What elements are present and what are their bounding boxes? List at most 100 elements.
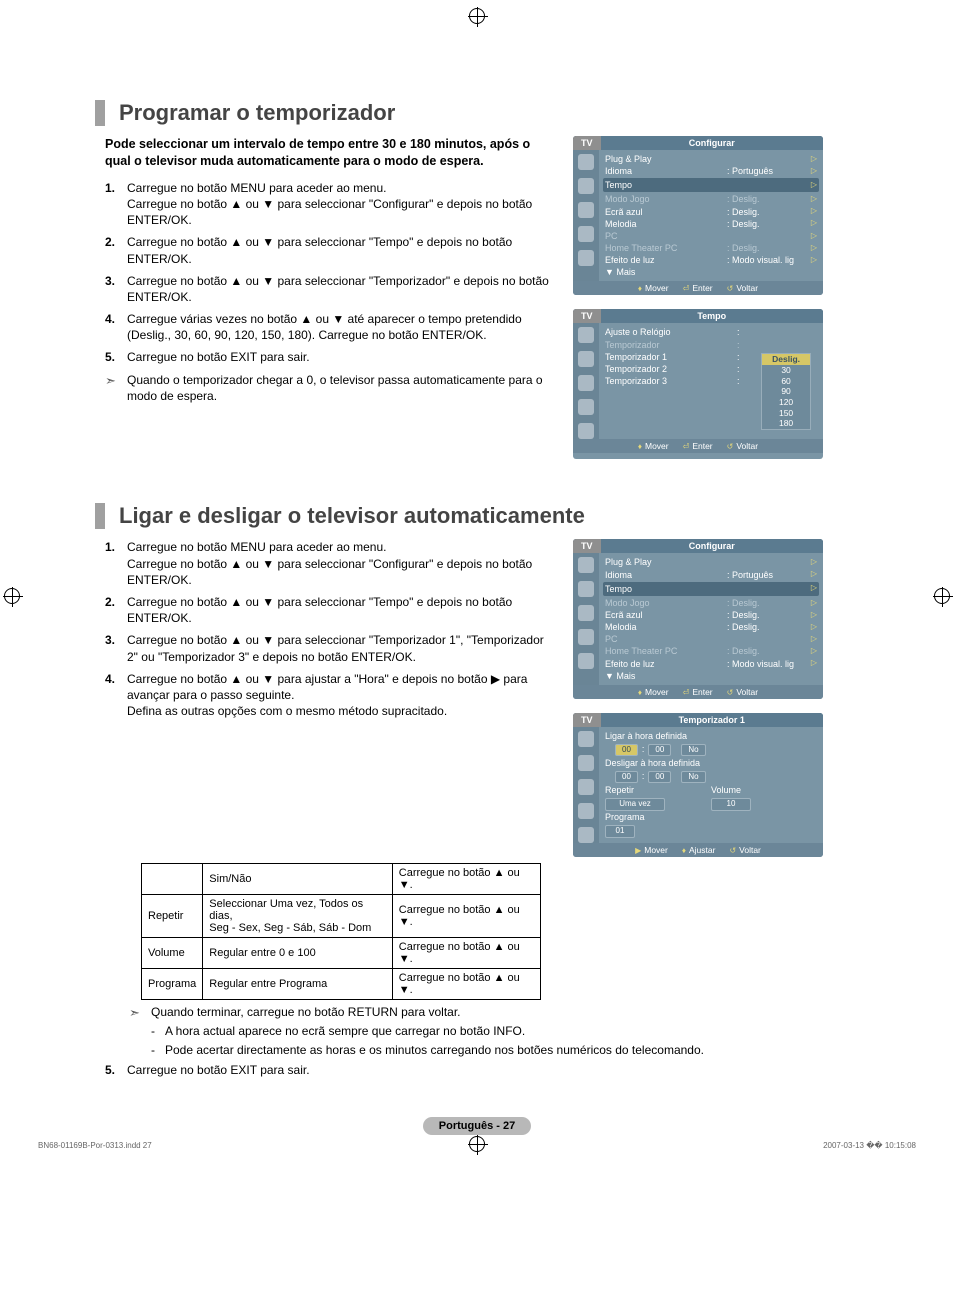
osd-configurar-1: TV Configurar Plug & Play ▷ Idioma: Portu… [573, 136, 823, 295]
section1-note: Quando o temporizador chegar a 0, o tele… [127, 372, 555, 404]
osd-submenu-item: 60 [762, 376, 810, 387]
osd-row-label: Tempo [605, 583, 727, 595]
osd-repeat-val: Uma vez [605, 798, 665, 810]
osd-row-label: Melodia [605, 218, 727, 230]
section2-post-note: Quando terminar, carregue no botão RETUR… [151, 1004, 859, 1022]
post-dash-text: Pode acertar directamente as horas e os … [165, 1042, 704, 1058]
osd-footer-mover: Mover [638, 441, 669, 451]
section1-title: Programar o temporizador [95, 100, 859, 126]
osd-submenu: Deslig. 30 60 90 120 150 180 [761, 353, 811, 429]
osd-arrow-icon: ▷ [807, 194, 817, 205]
page-number: Português - 27 [423, 1117, 531, 1135]
print-footer-right: 2007-03-13 �� 10:15:08 [823, 1141, 916, 1150]
osd-row-label: Ajuste o Relógio [605, 326, 737, 338]
osd-title: Configurar [601, 136, 823, 150]
osd-row-value: : Deslig. [727, 193, 807, 205]
table-cell: Sim/Não [203, 863, 392, 894]
osd-row-value: : Modo visual. lig [727, 658, 807, 670]
table-cell: Carregue no botão ▲ ou ▼. [392, 894, 540, 937]
osd-footer-voltar: Voltar [727, 283, 758, 293]
step-num: 4. [105, 311, 127, 343]
osd-title: Tempo [601, 309, 823, 323]
osd-footer-ajustar: Ajustar [682, 845, 716, 855]
osd-row-value: : Modo visual. lig [727, 254, 807, 266]
osd-row-value: : Português [727, 165, 807, 177]
osd-footer-voltar: Voltar [727, 687, 758, 697]
osd-arrow-icon: ▷ [807, 180, 817, 191]
osd-submenu-item: Deslig. [762, 354, 810, 365]
osd-tempo: TV Tempo Ajuste o Relógio: Temporizador:… [573, 309, 823, 459]
osd-on-label: Ligar à hora definida [605, 730, 817, 744]
options-table: Sim/Não Carregue no botão ▲ ou ▼. Repeti… [141, 863, 541, 1000]
dash-icon: - [151, 1023, 165, 1039]
osd-volume-label: Volume [711, 784, 817, 798]
osd-arrow-icon: ▷ [807, 658, 817, 669]
osd-hh: 00 [615, 771, 638, 783]
osd-row-label: Home Theater PC [605, 645, 727, 657]
osd-row-label: Plug & Play [605, 153, 727, 165]
osd-row-value: : Deslig. [727, 621, 807, 633]
osd-arrow-icon: ▷ [807, 598, 817, 609]
osd-row-value: : Deslig. [727, 645, 807, 657]
osd-arrow-icon: ▷ [807, 569, 817, 580]
osd-footer-mover: Mover [638, 283, 669, 293]
osd-no: No [681, 771, 705, 783]
osd-arrow-icon: ▷ [807, 243, 817, 254]
step-body: Carregue no botão ▲ ou ▼ para selecciona… [127, 594, 555, 626]
osd-off-label: Desligar à hora definida [605, 757, 817, 771]
osd-tab: TV [573, 713, 601, 727]
osd-arrow-icon: ▷ [807, 255, 817, 266]
step-num: 3. [105, 632, 127, 664]
step-num: 2. [105, 594, 127, 626]
osd-row-label: Idioma [605, 165, 727, 177]
step-num: 2. [105, 234, 127, 266]
step-body: Carregue no botão EXIT para sair. [127, 1062, 859, 1078]
print-footer-left: BN68-01169B-Por-0313.indd 27 [38, 1141, 152, 1150]
osd-row-label: Melodia [605, 621, 727, 633]
osd-prog-val: 01 [605, 825, 635, 837]
note-arrow-icon: ➣ [105, 372, 127, 404]
osd-row-label: Ecrã azul [605, 206, 727, 218]
table-cell [142, 863, 203, 894]
osd-mm: 00 [648, 744, 671, 756]
osd-arrow-icon: ▷ [807, 634, 817, 645]
osd-no: No [681, 744, 705, 756]
osd-repeat-label: Repetir [605, 784, 711, 798]
table-cell: Regular entre 0 e 100 [203, 937, 392, 968]
step-num: 1. [105, 180, 127, 229]
osd-row-label: Temporizador 1 [605, 351, 737, 363]
table-cell: Volume [142, 937, 203, 968]
step-num: 4. [105, 671, 127, 720]
osd-row-label: Modo Jogo [605, 193, 727, 205]
osd-arrow-icon: ▷ [807, 557, 817, 568]
table-cell: Repetir [142, 894, 203, 937]
osd-title: Configurar [601, 539, 823, 553]
osd-row-label: Temporizador 2 [605, 363, 737, 375]
step-body: Carregue no botão ▲ ou ▼ para selecciona… [127, 234, 555, 266]
osd-footer-enter: Enter [683, 283, 713, 293]
osd-prog-label: Programa [605, 811, 817, 825]
osd-row-label: PC [605, 230, 727, 242]
table-cell: Carregue no botão ▲ ou ▼. [392, 937, 540, 968]
osd-footer-enter: Enter [683, 441, 713, 451]
osd-mm: 00 [648, 771, 671, 783]
step-num: 1. [105, 539, 127, 588]
osd-tab: TV [573, 136, 601, 150]
osd-temporizador1: TV Temporizador 1 Ligar à hora definida … [573, 713, 823, 857]
osd-arrow-icon: ▷ [807, 166, 817, 177]
step-body: Carregue no botão MENU para aceder ao me… [127, 180, 555, 229]
step-body: Carregue várias vezes no botão ▲ ou ▼ at… [127, 311, 555, 343]
osd-configurar-2: TV Configurar Plug & Play▷ Idioma: Portu… [573, 539, 823, 698]
osd-submenu-item: 90 [762, 386, 810, 397]
osd-arrow-icon: ▷ [807, 646, 817, 657]
table-cell: Seleccionar Uma vez, Todos os dias, Seg … [203, 894, 392, 937]
step-body: Carregue no botão EXIT para sair. [127, 349, 555, 365]
osd-footer-mover: Mover [638, 687, 669, 697]
note-arrow-icon: ➣ [129, 1004, 151, 1022]
table-cell: Programa [142, 968, 203, 999]
osd-footer-voltar: Voltar [727, 441, 758, 451]
step-body: Carregue no botão ▲ ou ▼ para selecciona… [127, 273, 555, 305]
osd-submenu-item: 120 [762, 397, 810, 408]
step-body: Carregue no botão ▲ ou ▼ para selecciona… [127, 632, 555, 664]
osd-row-label: ▼ Mais [605, 670, 817, 682]
